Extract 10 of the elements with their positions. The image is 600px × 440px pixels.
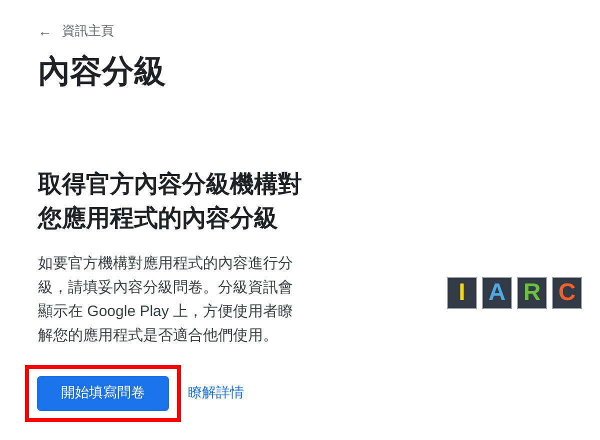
learn-more-link[interactable]: 瞭解詳情 <box>188 384 244 402</box>
logo-letter: C <box>558 281 576 305</box>
description-text: 如要官方機構對應用程式的內容進行分級，請填妥內容分級問卷。分級資訊會顯示在 Google Play 上，方便使用者瞭解您的應用程式是否適合他們使用。 <box>38 254 294 346</box>
start-questionnaire-button[interactable]: 開始填寫問卷 <box>37 376 169 411</box>
logo-letter: I <box>458 281 466 305</box>
page-title: 內容分級 <box>38 52 167 90</box>
logo-letter: A <box>488 281 506 305</box>
back-link[interactable]: ← 資訊主頁 <box>38 22 114 40</box>
section-heading: 取得官方內容分級機構對您應用程式的內容分級 <box>38 170 303 234</box>
logo-letter: R <box>523 281 541 305</box>
